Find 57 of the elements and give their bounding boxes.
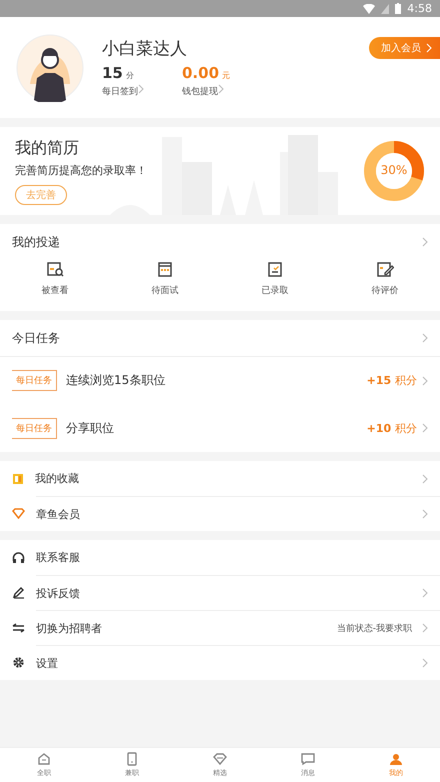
progress-percent: 30% <box>380 163 408 177</box>
diamond-icon <box>213 752 227 766</box>
task-tag: 每日任务 <box>12 418 57 438</box>
wallet-withdraw-link[interactable]: 钱包提现 <box>182 85 218 98</box>
menu-item[interactable]: 章鱼会员 <box>36 506 422 522</box>
home-icon <box>37 752 51 766</box>
settings-icon <box>12 656 25 669</box>
delivery-status-button[interactable]: 待评价 <box>330 260 440 311</box>
task-name: 连续浏览15条职位 <box>66 372 166 389</box>
wifi-icon <box>363 4 376 14</box>
status-time: 4:58 <box>407 2 432 15</box>
search-document-icon <box>46 260 64 278</box>
person-icon <box>389 752 403 766</box>
swap-icon <box>12 622 25 632</box>
chevron-icon <box>422 376 428 386</box>
avatar <box>16 34 84 102</box>
delivery-status-button[interactable]: 待面试 <box>110 260 220 311</box>
menu-item[interactable]: 投诉反馈 <box>36 586 422 600</box>
section-title: 今日任务 <box>12 330 60 346</box>
diamond-icon <box>12 508 25 519</box>
calendar-icon <box>156 260 174 278</box>
menu-item[interactable]: 切换为招聘者 <box>36 620 337 636</box>
chevron-icon <box>422 333 428 343</box>
points-unit: 分 <box>126 70 134 81</box>
daily-checkin-link[interactable]: 每日签到 <box>102 85 138 98</box>
chevron-icon <box>422 423 428 433</box>
menu-item[interactable]: 设置 <box>36 656 422 670</box>
resume-subtitle: 完善简历提高您的录取率！ <box>15 162 147 178</box>
task-tag: 每日任务 <box>12 370 57 391</box>
menu-item[interactable]: 我的收藏 <box>35 471 422 486</box>
signal-icon <box>381 4 390 14</box>
task-reward: +15 积分 <box>366 373 417 388</box>
task-name: 分享职位 <box>66 420 115 436</box>
pencil-icon <box>12 586 25 598</box>
user-name: 小白菜达人 <box>102 38 188 60</box>
chevron-icon <box>422 237 428 247</box>
chat-icon <box>301 752 315 766</box>
menu-item-value: 当前状态-我要求职 <box>336 622 412 634</box>
chevron-icon <box>218 84 224 94</box>
battery-icon <box>395 3 402 14</box>
delivery-status-button[interactable]: 已录取 <box>220 260 330 311</box>
wallet-value: 0.00 <box>182 64 220 82</box>
chevron-icon <box>138 84 144 94</box>
menu-item[interactable]: 联系客服 <box>36 550 428 565</box>
chevron-icon <box>426 43 432 53</box>
bookmark-icon <box>12 472 24 484</box>
clipboard-check-icon <box>266 260 284 278</box>
wallet-unit: 元 <box>222 70 230 81</box>
section-title: 我的投递 <box>12 234 60 250</box>
points-value: 15 <box>102 64 123 82</box>
resume-title: 我的简历 <box>15 138 80 158</box>
headphones-icon <box>12 552 25 564</box>
phone-icon <box>125 752 139 766</box>
progress-ring <box>363 140 425 202</box>
edit-document-icon <box>376 260 394 278</box>
delivery-status-button[interactable]: 被查看 <box>0 260 110 311</box>
task-reward: +10 积分 <box>366 420 417 436</box>
